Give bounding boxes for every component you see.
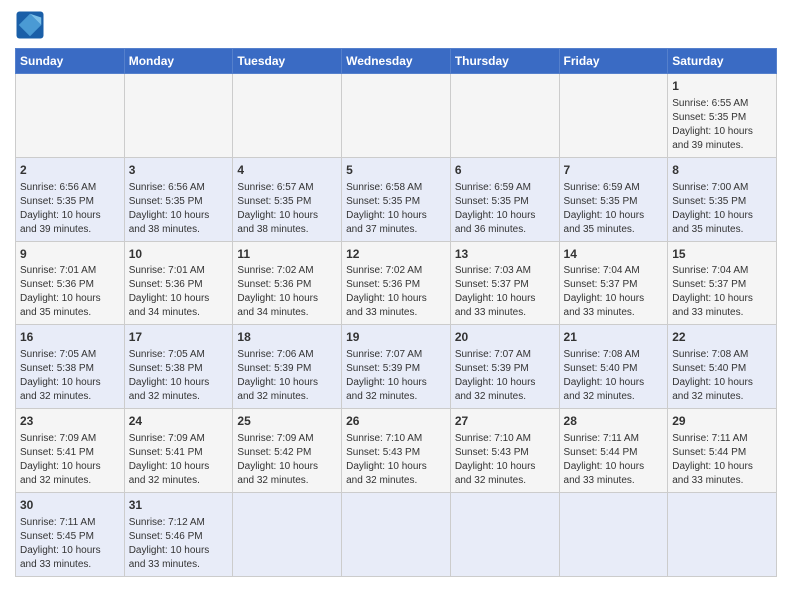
calendar-cell [559, 492, 668, 576]
header-day: Wednesday [342, 49, 451, 74]
calendar-cell: 18Sunrise: 7:06 AMSunset: 5:39 PMDayligh… [233, 325, 342, 409]
calendar-cell: 16Sunrise: 7:05 AMSunset: 5:38 PMDayligh… [16, 325, 125, 409]
calendar-week-row: 23Sunrise: 7:09 AMSunset: 5:41 PMDayligh… [16, 409, 777, 493]
day-number: 8 [672, 162, 772, 179]
calendar-table: SundayMondayTuesdayWednesdayThursdayFrid… [15, 48, 777, 577]
calendar-cell: 26Sunrise: 7:10 AMSunset: 5:43 PMDayligh… [342, 409, 451, 493]
calendar-cell: 2Sunrise: 6:56 AMSunset: 5:35 PMDaylight… [16, 157, 125, 241]
header [15, 10, 777, 40]
day-number: 11 [237, 246, 337, 263]
calendar-cell [233, 492, 342, 576]
calendar-cell [450, 74, 559, 158]
calendar-cell: 15Sunrise: 7:04 AMSunset: 5:37 PMDayligh… [668, 241, 777, 325]
header-day: Monday [124, 49, 233, 74]
day-number: 16 [20, 329, 120, 346]
calendar-cell [342, 492, 451, 576]
calendar-week-row: 9Sunrise: 7:01 AMSunset: 5:36 PMDaylight… [16, 241, 777, 325]
day-number: 15 [672, 246, 772, 263]
calendar-cell [342, 74, 451, 158]
calendar-cell: 28Sunrise: 7:11 AMSunset: 5:44 PMDayligh… [559, 409, 668, 493]
day-number: 18 [237, 329, 337, 346]
day-number: 17 [129, 329, 229, 346]
day-number: 29 [672, 413, 772, 430]
calendar-cell: 31Sunrise: 7:12 AMSunset: 5:46 PMDayligh… [124, 492, 233, 576]
day-number: 7 [564, 162, 664, 179]
calendar-cell: 5Sunrise: 6:58 AMSunset: 5:35 PMDaylight… [342, 157, 451, 241]
calendar-cell: 23Sunrise: 7:09 AMSunset: 5:41 PMDayligh… [16, 409, 125, 493]
day-number: 1 [672, 78, 772, 95]
day-number: 14 [564, 246, 664, 263]
calendar-cell: 11Sunrise: 7:02 AMSunset: 5:36 PMDayligh… [233, 241, 342, 325]
day-number: 22 [672, 329, 772, 346]
calendar-cell: 20Sunrise: 7:07 AMSunset: 5:39 PMDayligh… [450, 325, 559, 409]
day-number: 13 [455, 246, 555, 263]
calendar-cell: 10Sunrise: 7:01 AMSunset: 5:36 PMDayligh… [124, 241, 233, 325]
calendar-cell: 30Sunrise: 7:11 AMSunset: 5:45 PMDayligh… [16, 492, 125, 576]
calendar-cell: 19Sunrise: 7:07 AMSunset: 5:39 PMDayligh… [342, 325, 451, 409]
calendar-cell: 14Sunrise: 7:04 AMSunset: 5:37 PMDayligh… [559, 241, 668, 325]
calendar-cell: 1Sunrise: 6:55 AMSunset: 5:35 PMDaylight… [668, 74, 777, 158]
calendar-cell [559, 74, 668, 158]
day-number: 21 [564, 329, 664, 346]
calendar-cell: 12Sunrise: 7:02 AMSunset: 5:36 PMDayligh… [342, 241, 451, 325]
calendar-week-row: 2Sunrise: 6:56 AMSunset: 5:35 PMDaylight… [16, 157, 777, 241]
calendar-cell: 8Sunrise: 7:00 AMSunset: 5:35 PMDaylight… [668, 157, 777, 241]
header-day: Thursday [450, 49, 559, 74]
calendar-cell: 25Sunrise: 7:09 AMSunset: 5:42 PMDayligh… [233, 409, 342, 493]
day-number: 12 [346, 246, 446, 263]
calendar-cell: 21Sunrise: 7:08 AMSunset: 5:40 PMDayligh… [559, 325, 668, 409]
day-number: 30 [20, 497, 120, 514]
day-number: 3 [129, 162, 229, 179]
day-number: 28 [564, 413, 664, 430]
day-number: 6 [455, 162, 555, 179]
header-day: Tuesday [233, 49, 342, 74]
calendar-cell: 29Sunrise: 7:11 AMSunset: 5:44 PMDayligh… [668, 409, 777, 493]
day-number: 27 [455, 413, 555, 430]
header-day: Sunday [16, 49, 125, 74]
calendar-cell: 4Sunrise: 6:57 AMSunset: 5:35 PMDaylight… [233, 157, 342, 241]
day-number: 24 [129, 413, 229, 430]
calendar-cell: 24Sunrise: 7:09 AMSunset: 5:41 PMDayligh… [124, 409, 233, 493]
header-day: Friday [559, 49, 668, 74]
calendar-cell [450, 492, 559, 576]
calendar-week-row: 16Sunrise: 7:05 AMSunset: 5:38 PMDayligh… [16, 325, 777, 409]
logo [15, 10, 49, 40]
calendar-cell [16, 74, 125, 158]
calendar-week-row: 30Sunrise: 7:11 AMSunset: 5:45 PMDayligh… [16, 492, 777, 576]
calendar-cell [668, 492, 777, 576]
calendar-cell [233, 74, 342, 158]
header-day: Saturday [668, 49, 777, 74]
calendar-header: SundayMondayTuesdayWednesdayThursdayFrid… [16, 49, 777, 74]
day-number: 25 [237, 413, 337, 430]
calendar-week-row: 1Sunrise: 6:55 AMSunset: 5:35 PMDaylight… [16, 74, 777, 158]
logo-icon [15, 10, 45, 40]
page-container: SundayMondayTuesdayWednesdayThursdayFrid… [0, 0, 792, 587]
calendar-cell: 13Sunrise: 7:03 AMSunset: 5:37 PMDayligh… [450, 241, 559, 325]
calendar-cell: 27Sunrise: 7:10 AMSunset: 5:43 PMDayligh… [450, 409, 559, 493]
day-number: 19 [346, 329, 446, 346]
calendar-cell: 7Sunrise: 6:59 AMSunset: 5:35 PMDaylight… [559, 157, 668, 241]
day-number: 31 [129, 497, 229, 514]
calendar-cell [124, 74, 233, 158]
calendar-body: 1Sunrise: 6:55 AMSunset: 5:35 PMDaylight… [16, 74, 777, 577]
day-number: 26 [346, 413, 446, 430]
day-number: 9 [20, 246, 120, 263]
day-number: 4 [237, 162, 337, 179]
day-number: 5 [346, 162, 446, 179]
day-number: 20 [455, 329, 555, 346]
calendar-cell: 3Sunrise: 6:56 AMSunset: 5:35 PMDaylight… [124, 157, 233, 241]
calendar-cell: 17Sunrise: 7:05 AMSunset: 5:38 PMDayligh… [124, 325, 233, 409]
day-number: 23 [20, 413, 120, 430]
day-number: 10 [129, 246, 229, 263]
calendar-cell: 9Sunrise: 7:01 AMSunset: 5:36 PMDaylight… [16, 241, 125, 325]
calendar-cell: 6Sunrise: 6:59 AMSunset: 5:35 PMDaylight… [450, 157, 559, 241]
calendar-cell: 22Sunrise: 7:08 AMSunset: 5:40 PMDayligh… [668, 325, 777, 409]
day-number: 2 [20, 162, 120, 179]
